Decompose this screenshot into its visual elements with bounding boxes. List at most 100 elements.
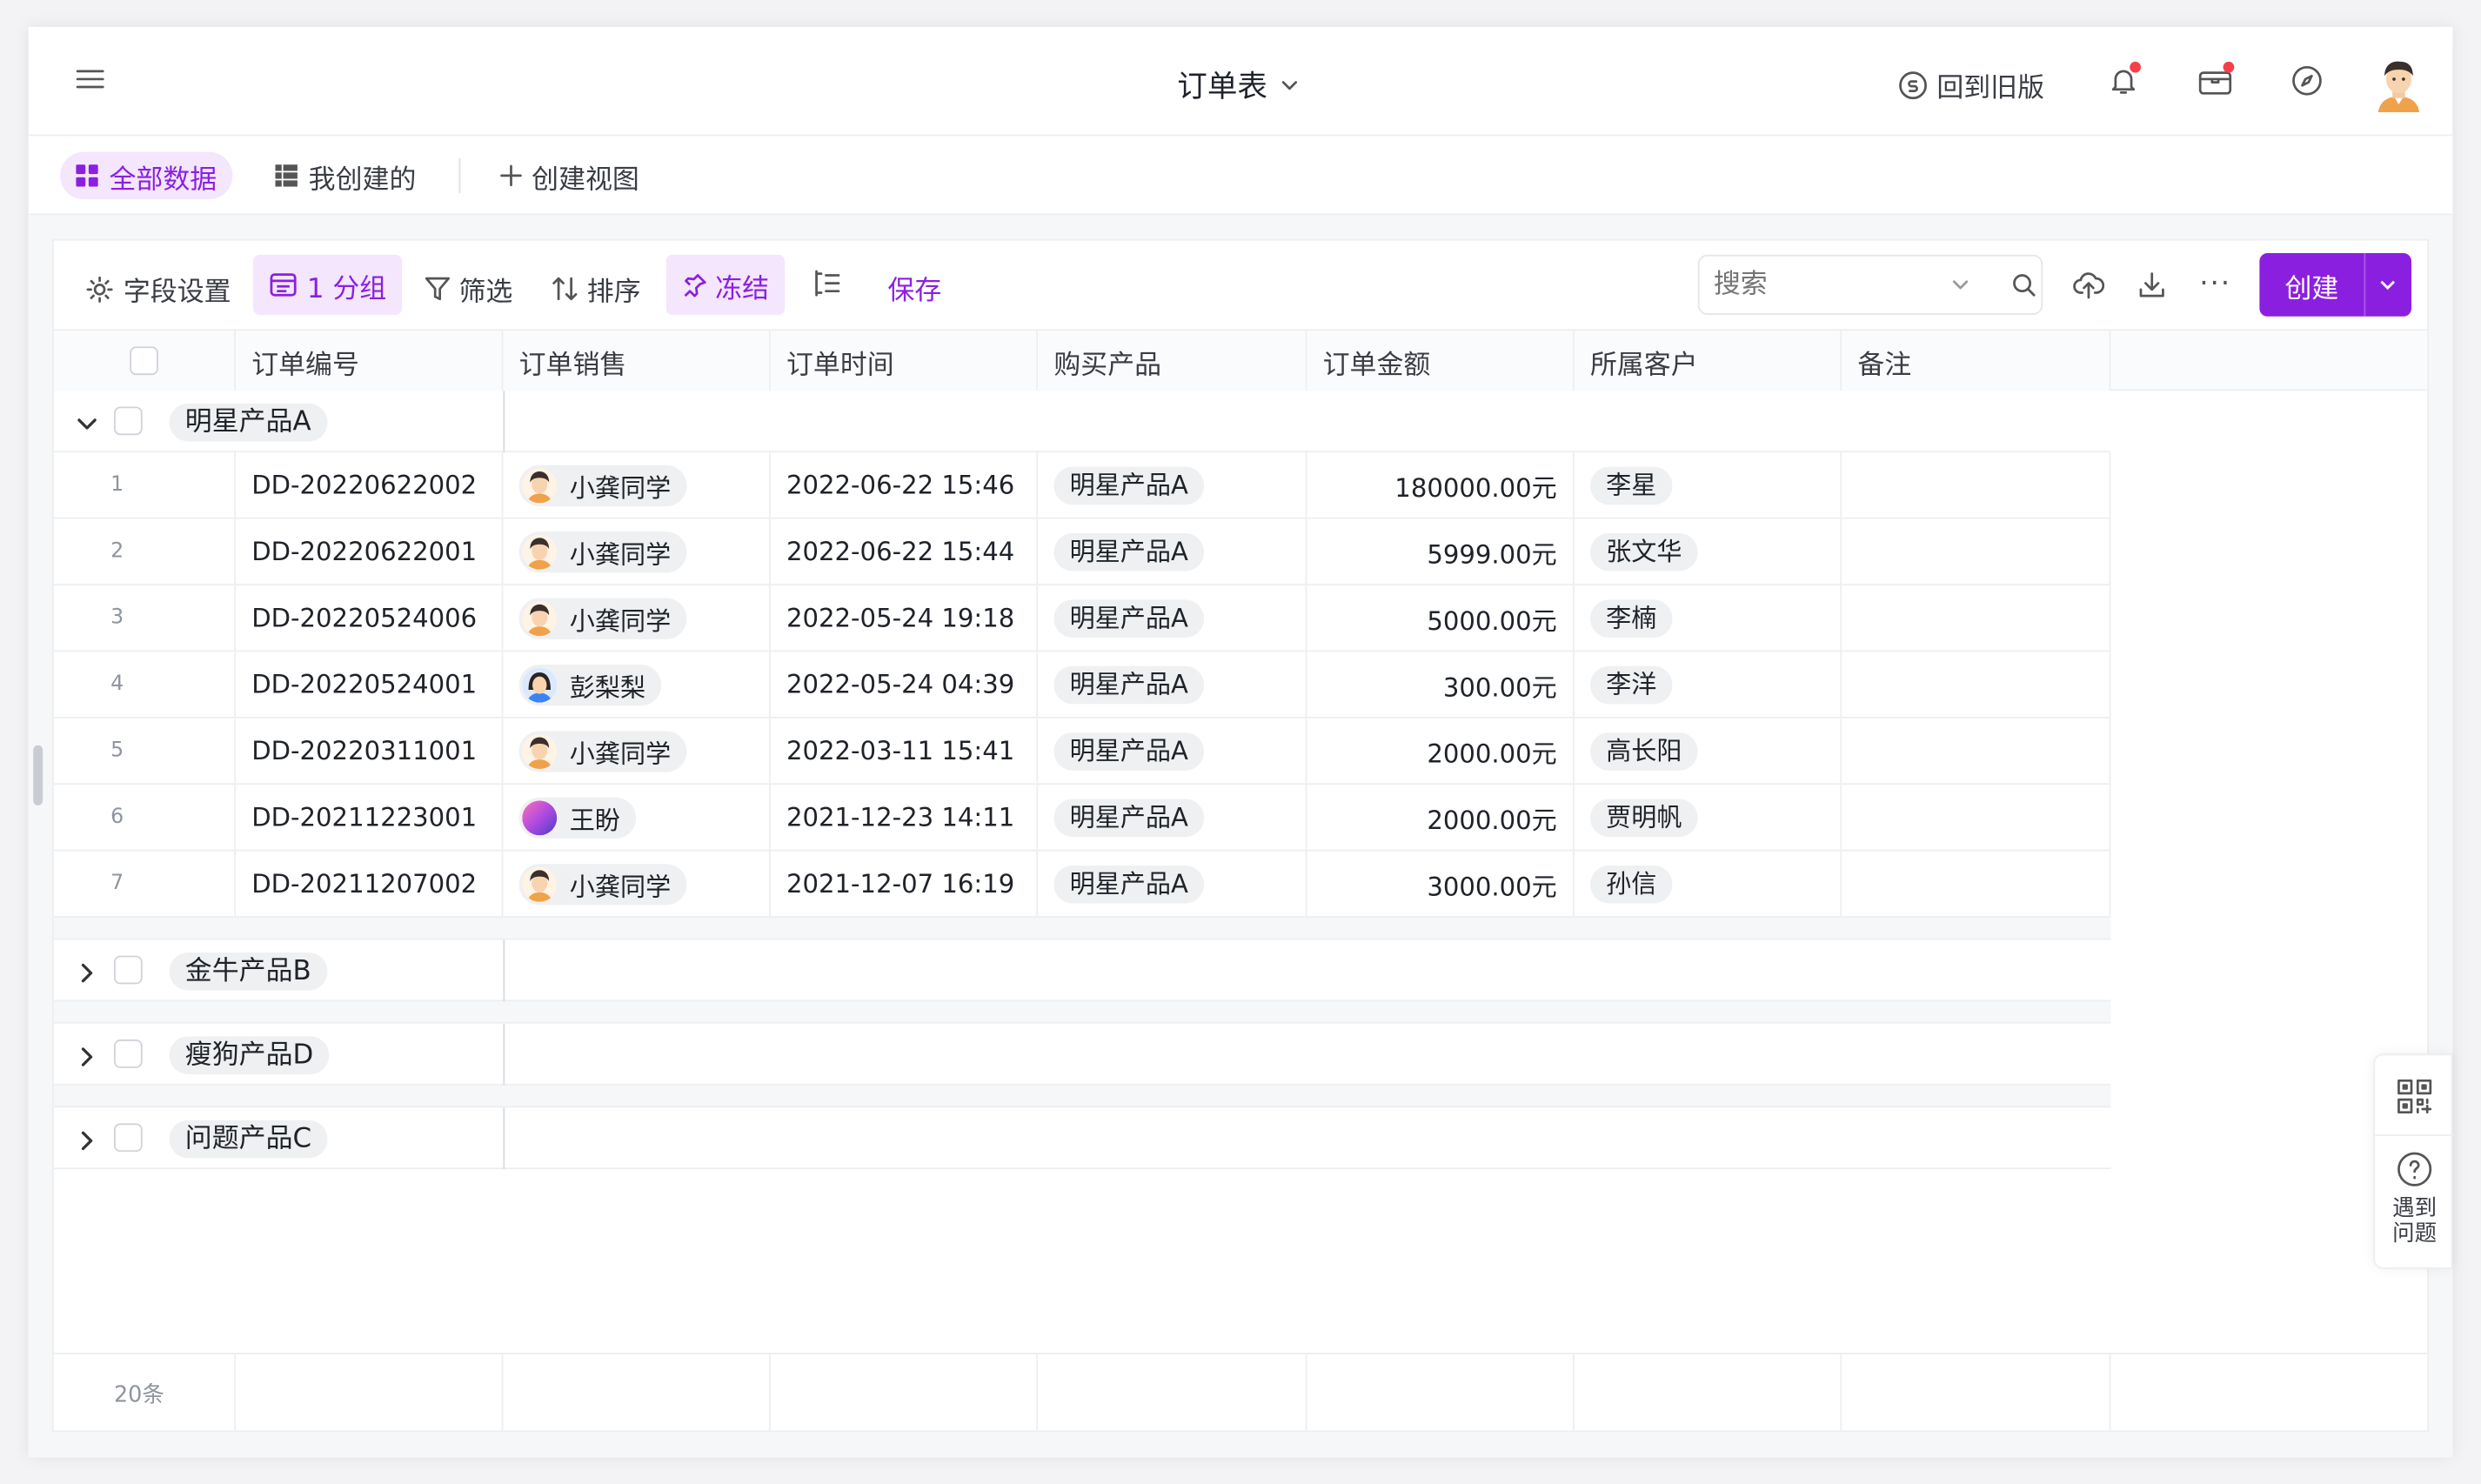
cell-seller[interactable]: 王盼 <box>503 785 771 850</box>
cell-amount[interactable]: 3000.00元 <box>1307 851 1575 917</box>
table-row[interactable]: 7 DD-20211207002 小龚同学 2021-12-07 16:19 明星产品A… <box>53 851 2111 918</box>
group-checkbox[interactable] <box>113 1123 143 1153</box>
bell-icon[interactable] <box>2108 61 2141 97</box>
column-header-order-no[interactable]: 订单编号 <box>236 331 504 391</box>
create-button[interactable]: 创建 <box>2284 265 2338 304</box>
cell-order-no[interactable]: DD-20211223001 <box>236 785 504 850</box>
cell-time[interactable]: 2022-06-22 15:46 <box>771 452 1039 518</box>
cell-amount[interactable]: 2000.00元 <box>1307 718 1575 784</box>
table-row[interactable]: 6 DD-20211223001 王盼 2021-12-23 14:11 明星产品A 20… <box>53 785 2111 852</box>
cell-order-no[interactable]: DD-20220622001 <box>236 518 504 585</box>
group-checkbox[interactable] <box>113 406 143 436</box>
table-row[interactable]: 3 DD-20220524006 小龚同学 2022-05-24 19:18 明星产品A… <box>53 585 2111 652</box>
upload-icon[interactable] <box>2073 271 2105 305</box>
table-row[interactable]: 2 DD-20220622001 小龚同学 2022-06-22 15:44 明星产品A… <box>53 518 2111 585</box>
title-dropdown[interactable]: 订单表 <box>1177 64 1299 106</box>
cell-product[interactable]: 明星产品A <box>1038 585 1307 651</box>
cell-time[interactable]: 2021-12-23 14:11 <box>771 785 1039 850</box>
group-checkbox[interactable] <box>113 1039 143 1068</box>
cell-order-no[interactable]: DD-20220311001 <box>236 718 504 784</box>
cell-product[interactable]: 明星产品A <box>1038 518 1307 585</box>
create-view-button[interactable]: 创建视图 <box>500 152 639 200</box>
chevron-right-icon[interactable] <box>76 960 97 991</box>
cell-note[interactable] <box>1842 851 2111 917</box>
column-header-product[interactable]: 购买产品 <box>1038 331 1307 391</box>
cell-order-no[interactable]: DD-20220622002 <box>236 452 504 518</box>
cell-product[interactable]: 明星产品A <box>1038 718 1307 784</box>
search-icon[interactable] <box>2011 272 2036 297</box>
cell-note[interactable] <box>1842 452 2111 518</box>
cell-order-no[interactable]: DD-20211207002 <box>236 851 504 917</box>
cell-seller[interactable]: 小龚同学 <box>503 851 771 917</box>
search-input[interactable] <box>1713 269 1936 301</box>
cell-amount[interactable]: 5000.00元 <box>1307 585 1575 651</box>
cell-customer[interactable]: 张文华 <box>1575 518 1842 585</box>
chevron-right-icon[interactable] <box>76 1044 97 1074</box>
cell-seller[interactable]: 小龚同学 <box>503 718 771 784</box>
cell-customer[interactable]: 贾明帆 <box>1575 785 1842 850</box>
group-checkbox[interactable] <box>113 955 143 985</box>
cell-order-no[interactable]: DD-20220524001 <box>236 652 504 717</box>
compass-icon[interactable] <box>2291 65 2323 97</box>
menu-icon[interactable] <box>76 65 104 94</box>
chevron-down-icon[interactable] <box>76 411 97 442</box>
table-row[interactable]: 4 DD-20220524001 彭梨梨 2022-05-24 04:39 明星产品A 3… <box>53 652 2111 719</box>
cell-customer[interactable]: 孙信 <box>1575 851 1842 917</box>
column-header-customer[interactable]: 所属客户 <box>1574 331 1842 391</box>
cell-product[interactable]: 明星产品A <box>1038 851 1307 917</box>
cell-customer[interactable]: 高长阳 <box>1575 718 1842 784</box>
column-header-time[interactable]: 订单时间 <box>770 331 1039 391</box>
back-to-old-button[interactable]: 回到旧版 <box>1899 65 2044 104</box>
view-tab-all-data[interactable]: 全部数据 <box>60 151 233 200</box>
cell-time[interactable]: 2022-03-11 15:41 <box>771 718 1039 784</box>
download-icon[interactable] <box>2137 271 2166 305</box>
sort-button[interactable]: 排序 <box>551 269 641 309</box>
cell-note[interactable] <box>1842 585 2111 651</box>
cell-amount[interactable]: 2000.00元 <box>1307 785 1575 850</box>
side-scroll-handle[interactable] <box>33 745 43 806</box>
cell-time[interactable]: 2022-05-24 04:39 <box>771 652 1039 717</box>
cell-time[interactable]: 2021-12-07 16:19 <box>771 851 1039 917</box>
cell-seller[interactable]: 小龚同学 <box>503 452 771 518</box>
cell-note[interactable] <box>1842 785 2111 850</box>
help-button[interactable]: 遇到问题 <box>2375 1150 2454 1247</box>
chevron-down-icon[interactable] <box>1951 275 1970 294</box>
cell-seller[interactable]: 彭梨梨 <box>503 652 771 717</box>
freeze-button[interactable]: 冻结 <box>665 254 786 315</box>
column-header-seller[interactable]: 订单销售 <box>503 331 771 391</box>
more-icon[interactable]: ··· <box>2199 267 2231 300</box>
cell-amount[interactable]: 5999.00元 <box>1307 518 1575 585</box>
cell-amount[interactable]: 300.00元 <box>1307 652 1575 717</box>
cell-note[interactable] <box>1842 718 2111 784</box>
chevron-right-icon[interactable] <box>76 1128 97 1159</box>
cell-seller[interactable]: 小龚同学 <box>503 585 771 651</box>
table-row[interactable]: 5 DD-20220311001 小龚同学 2022-03-11 15:41 明星产品A… <box>53 718 2111 785</box>
cell-seller[interactable]: 小龚同学 <box>503 518 771 585</box>
field-settings-button[interactable]: 字段设置 <box>85 269 231 309</box>
select-all-checkbox[interactable] <box>130 346 158 376</box>
cell-product[interactable]: 明星产品A <box>1038 452 1307 518</box>
cell-product[interactable]: 明星产品A <box>1038 652 1307 717</box>
user-avatar[interactable] <box>2372 56 2426 113</box>
column-header-note[interactable]: 备注 <box>1842 331 2111 391</box>
cell-customer[interactable]: 李洋 <box>1575 652 1842 717</box>
cell-order-no[interactable]: DD-20220524006 <box>236 585 504 651</box>
cell-amount[interactable]: 180000.00元 <box>1307 452 1575 518</box>
table-row[interactable]: 1 DD-20220622002 小龚同学 2022-06-22 15:46 明星产品A… <box>53 452 2111 519</box>
cell-product[interactable]: 明星产品A <box>1038 785 1307 850</box>
save-button[interactable]: 保存 <box>887 267 941 306</box>
qrcode-icon[interactable] <box>2396 1078 2434 1122</box>
row-height-icon[interactable] <box>813 269 842 297</box>
chevron-down-icon[interactable] <box>2378 275 2397 294</box>
inbox-icon[interactable] <box>2197 61 2235 97</box>
view-tab-created-by-me[interactable]: 我创建的 <box>275 152 416 200</box>
cell-time[interactable]: 2022-05-24 19:18 <box>771 585 1039 651</box>
column-header-amount[interactable]: 订单金额 <box>1307 331 1575 391</box>
cell-note[interactable] <box>1842 518 2111 585</box>
filter-button[interactable]: 筛选 <box>424 269 512 309</box>
cell-customer[interactable]: 李楠 <box>1575 585 1842 651</box>
group-button[interactable]: 1 分组 <box>253 254 403 315</box>
cell-time[interactable]: 2022-06-22 15:44 <box>771 518 1039 585</box>
cell-note[interactable] <box>1842 652 2111 717</box>
cell-customer[interactable]: 李星 <box>1575 452 1842 518</box>
